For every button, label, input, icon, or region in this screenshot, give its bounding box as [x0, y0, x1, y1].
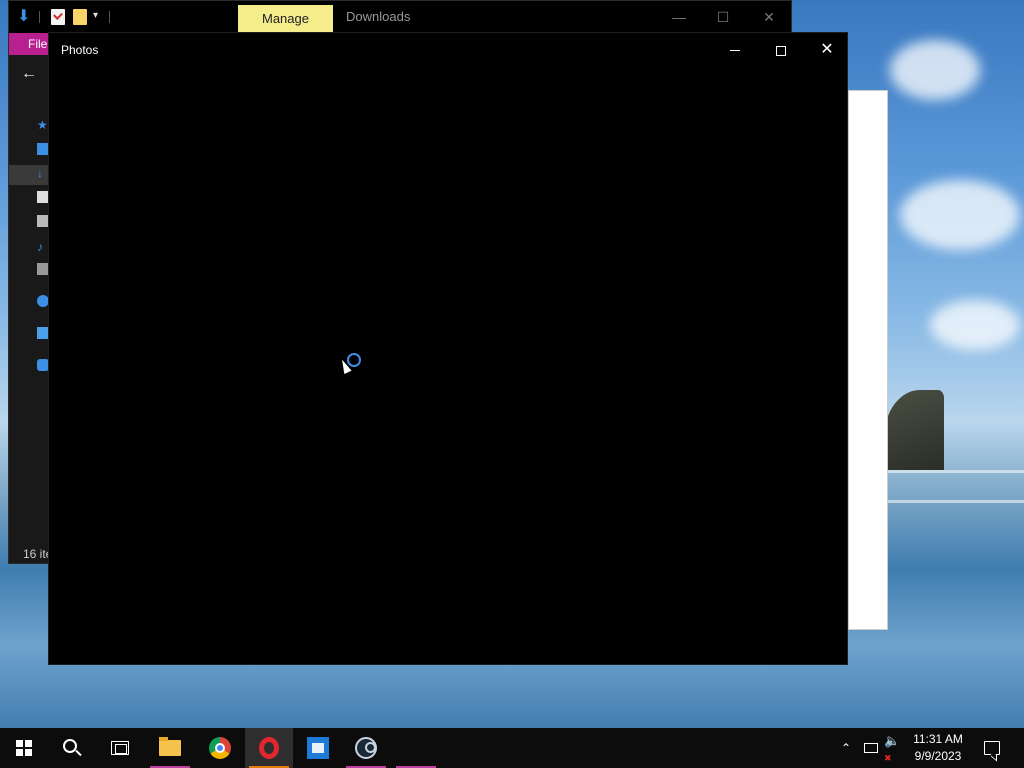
back-arrow-icon[interactable]: ← [21, 65, 37, 85]
taskbar-virtualbox[interactable] [294, 728, 342, 768]
notification-icon [984, 741, 1000, 755]
clock-date: 9/9/2023 [914, 749, 962, 763]
task-view-icon [111, 741, 129, 755]
task-view-button[interactable] [96, 728, 144, 768]
wallpaper-wave [884, 500, 1024, 503]
opera-icon [259, 737, 279, 759]
start-button[interactable] [0, 728, 48, 768]
close-icon: ✕ [820, 41, 834, 58]
action-center-button[interactable] [978, 728, 1006, 768]
minimize-icon [730, 50, 740, 52]
explorer-window-title: Downloads [346, 9, 411, 24]
wallpaper-cloud [900, 180, 1020, 250]
explorer-maximize-button[interactable]: ☐ [703, 5, 743, 29]
steam-icon [355, 737, 377, 759]
explorer-close-button[interactable]: ✕ [749, 5, 789, 29]
photos-maximize-button[interactable] [759, 37, 803, 63]
search-icon [63, 739, 77, 753]
file-explorer-icon [159, 737, 181, 756]
taskbar-opera[interactable] [245, 728, 293, 768]
volume-muted-icon: 🔈✖ [884, 732, 901, 763]
taskbar: ⌃ 🔈✖ 11:31 AM 9/9/2023 [0, 728, 1024, 768]
maximize-icon [776, 45, 786, 56]
photos-window-title: Photos [61, 43, 99, 57]
explorer-minimize-button[interactable]: — [659, 5, 699, 29]
photos-close-button[interactable]: ✕ [805, 37, 849, 63]
wallpaper-wave [884, 470, 1024, 473]
volume-tray-button[interactable]: 🔈✖ [884, 728, 906, 768]
taskbar-file-explorer[interactable] [146, 728, 194, 768]
new-folder-icon[interactable] [73, 9, 87, 25]
quick-access-dropdown-icon[interactable]: ▾ [93, 10, 98, 21]
network-icon [864, 743, 878, 753]
properties-icon[interactable] [51, 9, 65, 25]
windows-start-icon [16, 740, 32, 756]
photos-minimize-button[interactable] [713, 37, 757, 63]
chevron-up-icon: ⌃ [840, 741, 852, 755]
virtualbox-icon [307, 737, 329, 759]
taskbar-clock[interactable]: 11:31 AM 9/9/2023 [906, 731, 970, 765]
manage-tab[interactable]: Manage [238, 5, 333, 33]
wallpaper-rock [884, 390, 944, 470]
background-document-window[interactable] [848, 90, 888, 630]
network-tray-button[interactable] [860, 728, 882, 768]
wallpaper-cloud [890, 40, 980, 100]
toolbar-separator [109, 11, 110, 23]
explorer-title-bar[interactable]: ⬇ ▾ Manage Downloads — ☐ ✕ [9, 1, 791, 33]
clock-time: 11:31 AM [913, 732, 963, 746]
taskbar-chrome[interactable] [196, 728, 244, 768]
search-button[interactable] [48, 728, 96, 768]
taskbar-steam[interactable] [342, 728, 390, 768]
photos-window[interactable]: Photos ✕ [48, 32, 848, 665]
chrome-icon [209, 737, 231, 759]
download-arrow-icon[interactable]: ⬇ [17, 9, 31, 25]
toolbar-separator [39, 11, 40, 23]
taskbar-extra-app[interactable] [392, 728, 440, 768]
show-hidden-icons-button[interactable]: ⌃ [836, 728, 856, 768]
wallpaper-cloud [930, 300, 1020, 350]
